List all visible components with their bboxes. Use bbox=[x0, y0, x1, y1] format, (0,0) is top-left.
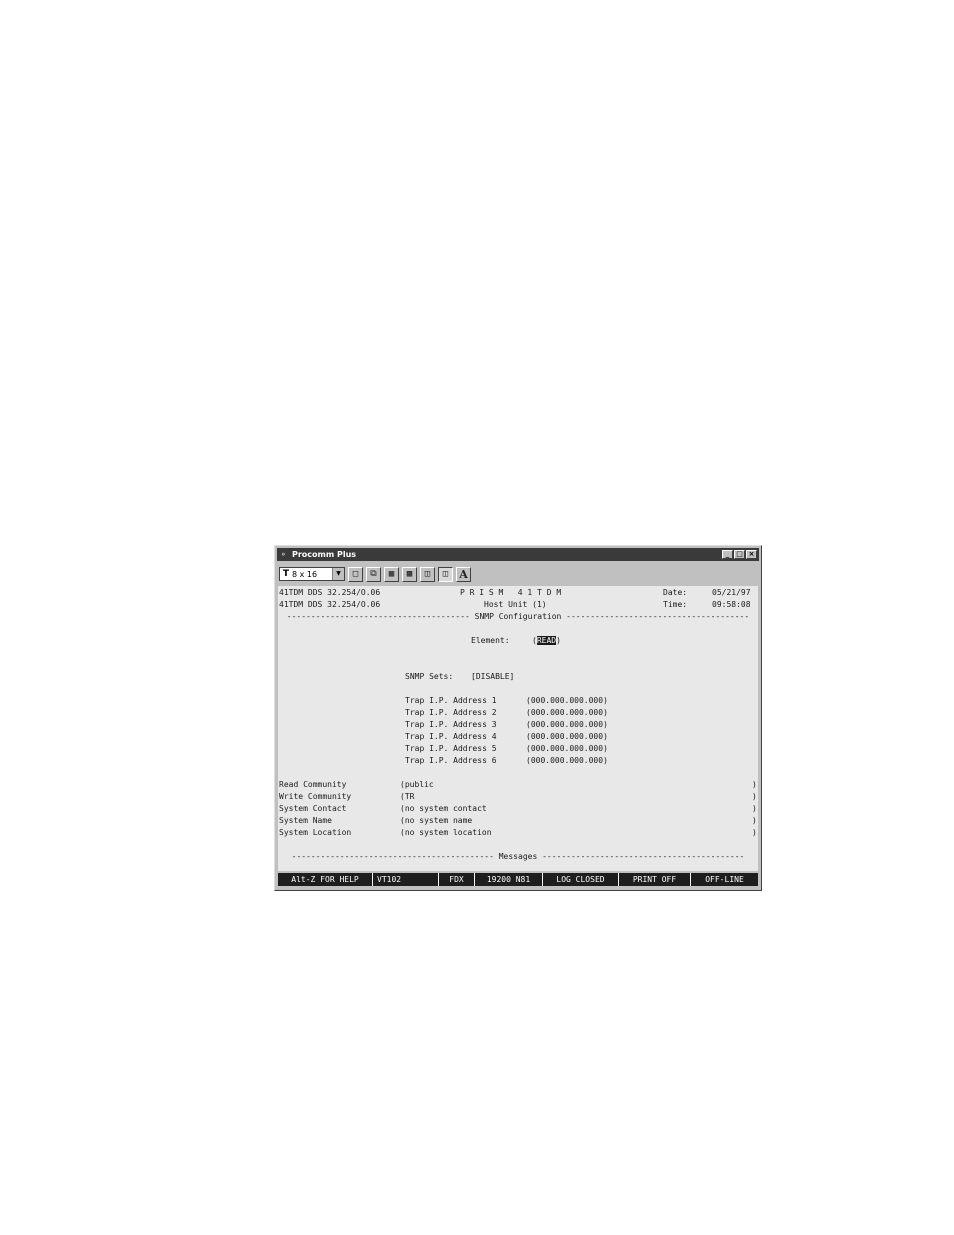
snmp-sets-value[interactable]: [DISABLE] bbox=[471, 671, 514, 683]
unit-name: Host Unit (1) bbox=[484, 600, 547, 609]
element-row: Element: (READ) bbox=[278, 635, 758, 647]
trap-address-row: Trap I.P. Address 6 (000.000.000.000) bbox=[278, 755, 758, 767]
write-community-value[interactable]: (TR bbox=[400, 791, 414, 803]
window-title: Procomm Plus bbox=[292, 550, 357, 559]
help-hint: Alt-Z FOR HELP bbox=[278, 873, 373, 886]
product-banner: P R I S M 4 1 T D M bbox=[460, 588, 562, 597]
field-row: Write Community (TR ) bbox=[279, 791, 757, 803]
field-row: System Contact (no system contact ) bbox=[279, 803, 757, 815]
baud-status[interactable]: 19200 N81 bbox=[475, 873, 543, 886]
trap-address-value[interactable]: (000.000.000.000) bbox=[526, 707, 608, 719]
window-cascade-icon[interactable]: ◫ bbox=[438, 566, 453, 582]
header-line-1: 41TDM DDS 32.254/O.06 P R I S M 4 1 T D … bbox=[278, 587, 758, 599]
section-divider: -------------------------------------- S… bbox=[286, 612, 750, 621]
terminal-screen[interactable]: 41TDM DDS 32.254/O.06 P R I S M 4 1 T D … bbox=[278, 586, 758, 871]
element-value[interactable]: READ bbox=[536, 636, 557, 645]
minimize-button[interactable]: _ bbox=[722, 550, 733, 559]
read-community-label: Read Community bbox=[279, 780, 347, 789]
time-value: 09:58:08 bbox=[712, 600, 751, 609]
time-label: Time: bbox=[663, 600, 688, 609]
status-bar: Alt-Z FOR HELP VT102 FDX 19200 N81 LOG C… bbox=[278, 873, 758, 886]
trap-address-row: Trap I.P. Address 3 (000.000.000.000) bbox=[278, 719, 758, 731]
trap-address-value[interactable]: (000.000.000.000) bbox=[526, 755, 608, 767]
field-row: System Location (no system location ) bbox=[279, 827, 757, 839]
close-button[interactable]: × bbox=[746, 550, 757, 559]
duplex-status[interactable]: FDX bbox=[439, 873, 475, 886]
snmp-sets-label: SNMP Sets: bbox=[405, 672, 454, 681]
font-size-select[interactable]: T 8 x 16 ▼ bbox=[279, 567, 345, 581]
messages-title: Messages bbox=[498, 852, 538, 861]
snmp-sets-row: SNMP Sets: [DISABLE] bbox=[278, 671, 758, 683]
scrollback-icon[interactable]: ▩ bbox=[402, 566, 417, 582]
trap-address-value[interactable]: (000.000.000.000) bbox=[526, 743, 608, 755]
paste-icon[interactable]: ▦ bbox=[384, 566, 399, 582]
font-size-value: 8 x 16 bbox=[292, 569, 318, 579]
window-controls: _ □ × bbox=[722, 550, 757, 559]
system-contact-label: System Contact bbox=[279, 804, 347, 813]
line-status[interactable]: OFF-LINE bbox=[691, 873, 758, 886]
system-location-label: System Location bbox=[279, 828, 352, 837]
font-a-icon[interactable]: A bbox=[456, 566, 471, 582]
trap-address-label: Trap I.P. Address 6 bbox=[405, 756, 497, 765]
select-all-icon[interactable]: □ bbox=[348, 566, 363, 582]
product-version: 41TDM DDS 32.254/O.06 bbox=[279, 588, 381, 597]
header-line-2: 41TDM DDS 32.254/O.06 Host Unit (1) Time… bbox=[278, 599, 758, 611]
trap-address-row: Trap I.P. Address 2 (000.000.000.000) bbox=[278, 707, 758, 719]
trap-address-value[interactable]: (000.000.000.000) bbox=[526, 719, 608, 731]
system-name-value[interactable]: (no system name bbox=[400, 815, 472, 827]
field-row: Read Community (public ) bbox=[279, 779, 757, 791]
procomm-window: ⚬ Procomm Plus _ □ × T 8 x 16 ▼ □ ⧉ ▦ ▩ … bbox=[274, 545, 762, 891]
field-row: System Name (no system name ) bbox=[279, 815, 757, 827]
date-value: 05/21/97 bbox=[712, 588, 751, 597]
write-community-label: Write Community bbox=[279, 792, 352, 801]
section-title: SNMP Configuration bbox=[474, 612, 562, 621]
date-label: Date: bbox=[663, 588, 688, 597]
trap-address-value[interactable]: (000.000.000.000) bbox=[526, 731, 608, 743]
system-contact-value[interactable]: (no system contact bbox=[400, 803, 487, 815]
window-tile-icon[interactable]: ◫ bbox=[420, 566, 435, 582]
trap-address-row: Trap I.P. Address 5 (000.000.000.000) bbox=[278, 743, 758, 755]
trap-address-label: Trap I.P. Address 5 bbox=[405, 744, 497, 753]
trap-address-label: Trap I.P. Address 2 bbox=[405, 708, 497, 717]
trap-address-label: Trap I.P. Address 3 bbox=[405, 720, 497, 729]
copy-icon[interactable]: ⧉ bbox=[366, 566, 381, 582]
product-version: 41TDM DDS 32.254/O.06 bbox=[279, 600, 381, 609]
emulation-status[interactable]: VT102 bbox=[373, 873, 439, 886]
element-field[interactable]: (READ) bbox=[532, 635, 561, 647]
system-name-label: System Name bbox=[279, 816, 332, 825]
trap-address-row: Trap I.P. Address 4 (000.000.000.000) bbox=[278, 731, 758, 743]
element-label: Element: bbox=[471, 636, 510, 645]
log-status[interactable]: LOG CLOSED bbox=[543, 873, 619, 886]
font-icon: T bbox=[282, 569, 290, 579]
trap-address-row: Trap I.P. Address 1 (000.000.000.000) bbox=[278, 695, 758, 707]
toolbar: T 8 x 16 ▼ □ ⧉ ▦ ▩ ◫ ◫ A bbox=[277, 564, 759, 584]
maximize-button[interactable]: □ bbox=[734, 550, 745, 559]
title-bar[interactable]: ⚬ Procomm Plus _ □ × bbox=[277, 548, 759, 561]
system-location-value[interactable]: (no system location bbox=[400, 827, 492, 839]
app-icon: ⚬ bbox=[280, 550, 287, 559]
print-status[interactable]: PRINT OFF bbox=[619, 873, 691, 886]
chevron-down-icon[interactable]: ▼ bbox=[332, 568, 344, 580]
messages-divider: ----------------------------------------… bbox=[291, 852, 745, 861]
trap-address-label: Trap I.P. Address 4 bbox=[405, 732, 497, 741]
trap-address-value[interactable]: (000.000.000.000) bbox=[526, 695, 608, 707]
trap-address-label: Trap I.P. Address 1 bbox=[405, 696, 497, 705]
read-community-value[interactable]: (public bbox=[400, 779, 434, 791]
